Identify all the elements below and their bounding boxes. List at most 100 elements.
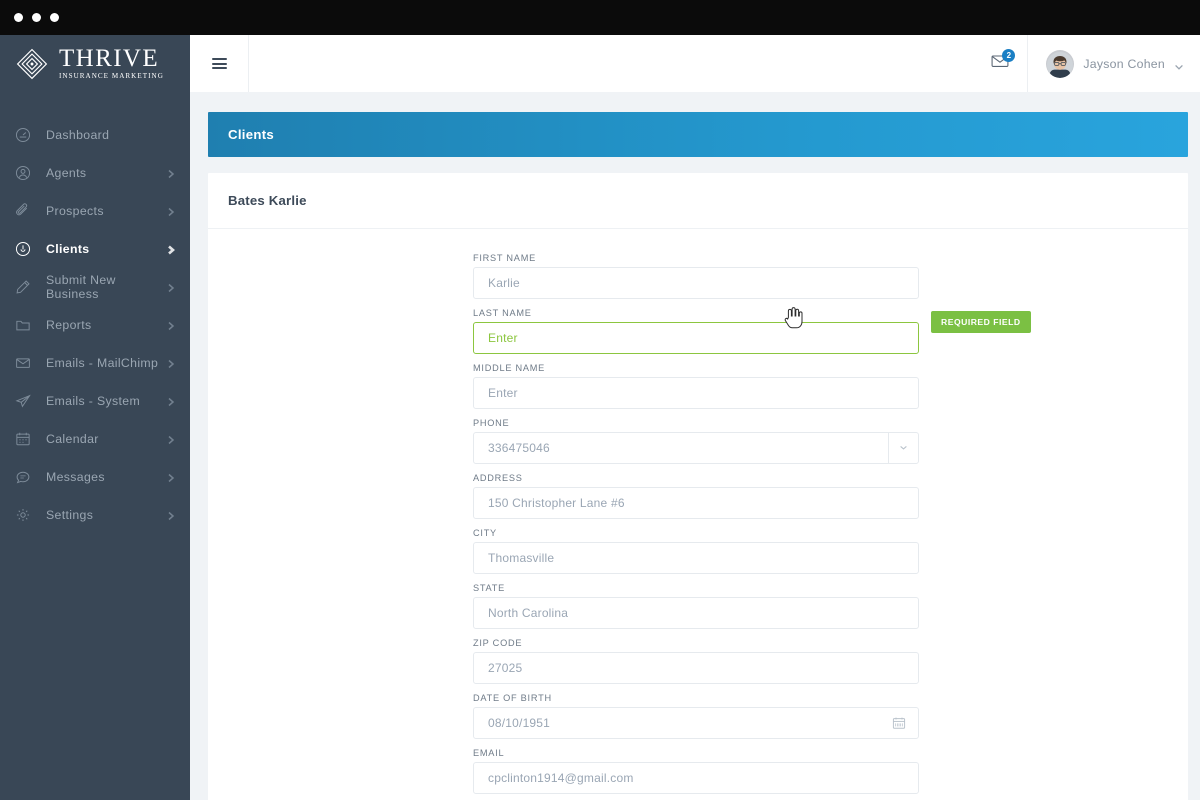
field-address: ADDRESS 150 Christopher Lane #6 (473, 473, 919, 519)
paper-plane-icon (12, 390, 34, 412)
chevron-down-icon (1174, 59, 1184, 70)
user-name-label: Jayson Cohen (1083, 56, 1165, 71)
required-field-badge: REQUIRED FIELD (931, 311, 1031, 333)
brand-title: THRIVE (59, 45, 160, 73)
window-minimize-dot[interactable] (32, 13, 41, 22)
input-value: Thomasville (488, 551, 555, 565)
input-value: 150 Christopher Lane #6 (488, 496, 625, 510)
chevron-right-icon (166, 358, 176, 369)
gear-icon (12, 504, 34, 526)
app-window: THRIVE INSURANCE MARKETING Dashboard Age… (0, 0, 1200, 800)
client-name-title: Bates Karlie (228, 193, 307, 208)
brand-subtitle: INSURANCE MARKETING (59, 72, 164, 81)
field-city: CITY Thomasville (473, 528, 919, 574)
calendar-icon[interactable] (892, 716, 906, 730)
field-first-name: FIRST NAME Karlie (473, 253, 919, 299)
field-middle-name: MIDDLE NAME Enter (473, 363, 919, 409)
form-left-spacer (208, 253, 473, 800)
client-detail-card: Bates Karlie FIRST NAME Karlie LAST NAME… (208, 173, 1188, 800)
field-date-of-birth: DATE OF BIRTH 08/10/1951 (473, 693, 919, 739)
calendar-icon (12, 428, 34, 450)
sidebar-item-label: Submit New Business (46, 273, 116, 301)
user-circle-icon (12, 162, 34, 184)
app-body: THRIVE INSURANCE MARKETING Dashboard Age… (0, 35, 1200, 800)
zip-code-input[interactable]: 27025 (473, 652, 919, 684)
chat-bubble-icon (12, 466, 34, 488)
person-badge-icon (12, 238, 34, 260)
input-value: 08/10/1951 (488, 716, 551, 730)
sidebar-item-emails-mailchimp[interactable]: Emails - MailChimp (0, 344, 190, 382)
phone-input[interactable]: 336475046 (473, 432, 919, 464)
chevron-right-icon (166, 320, 176, 331)
email-input[interactable]: cpclinton1914@gmail.com (473, 762, 919, 794)
sidebar-item-label: Prospects (46, 204, 104, 218)
chevron-down-icon (899, 441, 908, 455)
state-input[interactable]: North Carolina (473, 597, 919, 629)
first-name-input[interactable]: Karlie (473, 267, 919, 299)
field-label: STATE (473, 583, 505, 593)
field-email: EMAIL cpclinton1914@gmail.com (473, 748, 919, 794)
avatar (1046, 49, 1075, 78)
sidebar-item-label: Calendar (46, 432, 99, 446)
main-area: 2 Jayson Cohen Clients Bates Karlie FIRS… (190, 35, 1200, 800)
window-close-dot[interactable] (14, 13, 23, 22)
mail-notifications-button[interactable]: 2 (973, 35, 1027, 92)
last-name-input[interactable]: Enter (473, 322, 919, 354)
sidebar-item-dashboard[interactable]: Dashboard (0, 116, 190, 154)
sidebar-item-label: Dashboard (46, 128, 110, 142)
field-phone: PHONE 336475046 (473, 418, 919, 464)
sidebar-item-label: Emails - System (46, 394, 141, 408)
card-header: Bates Karlie (208, 173, 1188, 229)
field-label: FIRST NAME (473, 253, 536, 263)
sidebar: THRIVE INSURANCE MARKETING Dashboard Age… (0, 35, 190, 800)
speedometer-icon (12, 124, 34, 146)
chevron-right-icon (166, 206, 176, 217)
input-value: 336475046 (488, 441, 550, 455)
sidebar-item-messages[interactable]: Messages (0, 458, 190, 496)
city-input[interactable]: Thomasville (473, 542, 919, 574)
field-zip-code: ZIP CODE 27025 (473, 638, 919, 684)
input-value: cpclinton1914@gmail.com (488, 771, 634, 785)
field-label: DATE OF BIRTH (473, 693, 552, 703)
sidebar-item-emails-system[interactable]: Emails - System (0, 382, 190, 420)
chevron-right-icon (166, 472, 176, 483)
field-label: PHONE (473, 418, 510, 428)
date-of-birth-input[interactable]: 08/10/1951 (473, 707, 919, 739)
chevron-right-icon (166, 396, 176, 407)
window-titlebar (0, 0, 1200, 35)
topbar-divider (248, 35, 249, 92)
input-value: North Carolina (488, 606, 569, 620)
phone-type-dropdown[interactable] (888, 433, 918, 463)
sidebar-item-settings[interactable]: Settings (0, 496, 190, 534)
sidebar-item-agents[interactable]: Agents (0, 154, 190, 192)
sidebar-item-clients[interactable]: Clients (0, 230, 190, 268)
brand-logo[interactable]: THRIVE INSURANCE MARKETING (0, 35, 190, 92)
field-label: ADDRESS (473, 473, 523, 483)
page-banner: Clients (208, 112, 1188, 157)
chevron-right-icon (166, 434, 176, 445)
sidebar-item-label: Settings (46, 508, 94, 522)
field-label: LAST NAME (473, 308, 532, 318)
sidebar-item-label: Messages (46, 470, 105, 484)
sidebar-item-prospects[interactable]: Prospects (0, 192, 190, 230)
client-form: FIRST NAME Karlie LAST NAME Enter REQUIR… (208, 229, 1188, 800)
address-input[interactable]: 150 Christopher Lane #6 (473, 487, 919, 519)
user-menu[interactable]: Jayson Cohen (1028, 35, 1200, 92)
sidebar-item-reports[interactable]: Reports (0, 306, 190, 344)
sidebar-item-submit-new-business[interactable]: Submit New Business (0, 268, 190, 306)
form-fields-column: FIRST NAME Karlie LAST NAME Enter REQUIR… (473, 253, 1031, 800)
topbar: 2 Jayson Cohen (190, 35, 1200, 92)
page-title: Clients (228, 127, 275, 142)
sidebar-item-calendar[interactable]: Calendar (0, 420, 190, 458)
pencil-icon (12, 276, 34, 298)
sidebar-item-label: Agents (46, 166, 87, 180)
input-value: Enter (488, 386, 518, 400)
input-value: 27025 (488, 661, 523, 675)
window-maximize-dot[interactable] (50, 13, 59, 22)
input-value: Enter (488, 331, 518, 345)
paperclip-icon (12, 200, 34, 222)
field-label: CITY (473, 528, 497, 538)
hamburger-icon[interactable] (190, 35, 248, 92)
page-content: Clients Bates Karlie FIRST NAME Karlie L… (190, 92, 1200, 800)
middle-name-input[interactable]: Enter (473, 377, 919, 409)
